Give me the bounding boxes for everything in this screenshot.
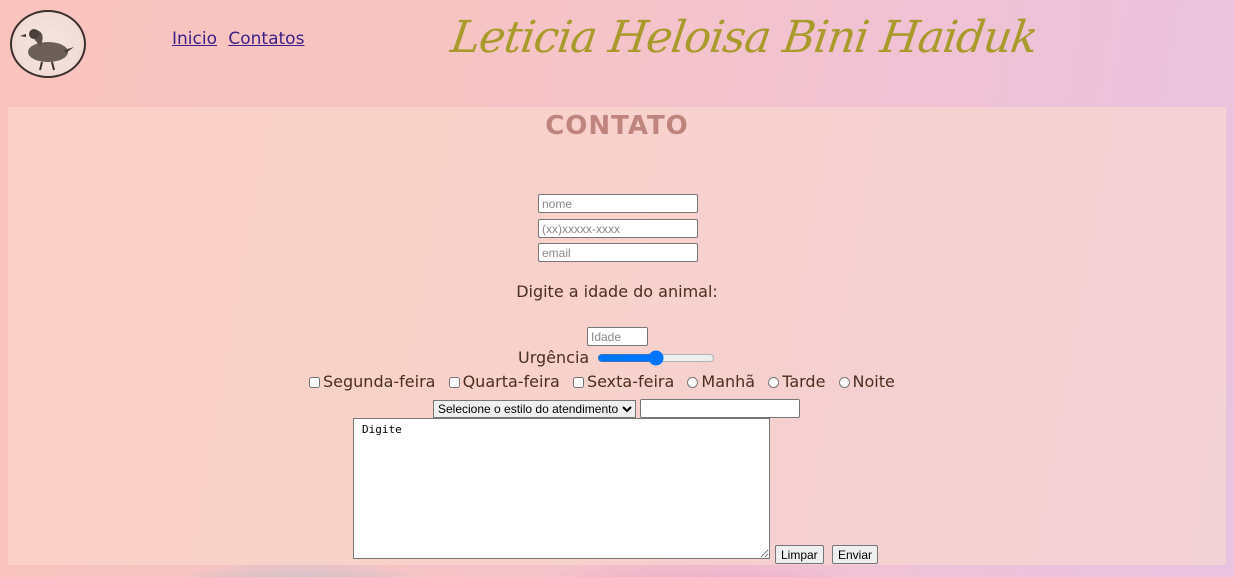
age-label: Digite a idade do animal:: [516, 282, 718, 301]
urgency-label: Urgência: [518, 348, 590, 367]
radio-noite[interactable]: [838, 377, 850, 388]
label-segunda: Segunda-feira: [323, 372, 436, 391]
checkbox-quarta[interactable]: [448, 377, 460, 388]
top-nav: Inicio Contatos: [172, 29, 310, 49]
age-input[interactable]: [587, 327, 648, 346]
radio-tarde[interactable]: [768, 377, 780, 388]
submit-button[interactable]: Enviar: [832, 545, 879, 564]
page-title: CONTATO: [545, 111, 689, 141]
service-style-select[interactable]: Selecione o estilo do atendimento:: [433, 400, 636, 418]
contact-panel: CONTATO Digite a idade do animal: Urgênc…: [8, 107, 1226, 565]
checkbox-segunda[interactable]: [309, 377, 320, 388]
label-manha: Manhã: [701, 372, 756, 391]
urgency-slider[interactable]: [597, 351, 715, 365]
checkbox-sexta[interactable]: [572, 377, 584, 388]
label-tarde: Tarde: [782, 372, 826, 391]
phone-input[interactable]: [538, 219, 698, 238]
label-sexta: Sexta-feira: [586, 372, 675, 391]
extra-text-input[interactable]: [640, 399, 800, 418]
radio-manha[interactable]: [687, 377, 699, 388]
label-noite: Noite: [852, 372, 895, 391]
duck-icon: [20, 29, 74, 71]
nav-link-inicio[interactable]: Inicio: [172, 29, 217, 49]
duck-logo: [10, 10, 86, 78]
label-quarta: Quarta-feira: [462, 372, 560, 391]
schedule-options: Segunda-feira Quarta-feira Sexta-feira M…: [306, 372, 895, 391]
brand-title: Leticia Heloisa Bini Haiduk: [447, 12, 1041, 63]
name-input[interactable]: [538, 194, 698, 213]
reset-button[interactable]: Limpar: [775, 545, 824, 564]
nav-link-contatos[interactable]: Contatos: [228, 29, 304, 49]
email-input[interactable]: [538, 243, 698, 262]
message-textarea[interactable]: Digite: [353, 418, 770, 559]
